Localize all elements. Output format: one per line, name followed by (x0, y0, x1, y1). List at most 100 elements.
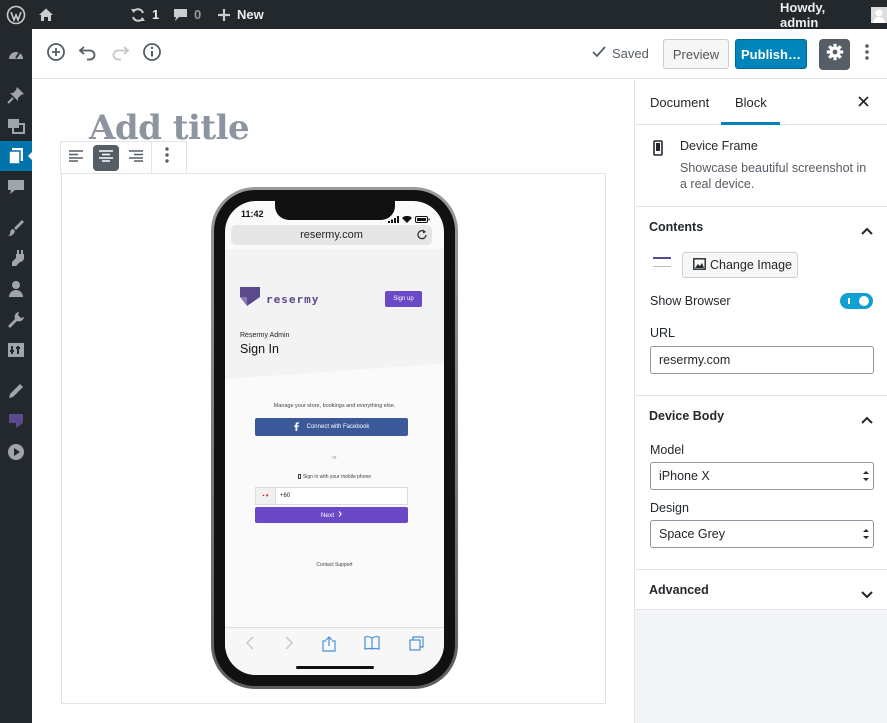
plus-circle-icon (46, 42, 66, 67)
toggle-on-indicator (848, 298, 850, 304)
avatar (871, 6, 887, 23)
home-indicator (295, 666, 374, 669)
device-body-panel-title[interactable]: Device Body (649, 409, 724, 423)
undo-button[interactable] (76, 42, 100, 66)
tab-block[interactable]: Block (735, 80, 767, 125)
info-icon (142, 42, 162, 67)
plus-icon (217, 8, 231, 22)
more-tools-button[interactable] (859, 42, 875, 66)
select-arrows-icon (862, 527, 870, 541)
align-right-icon (128, 149, 144, 167)
gear-icon (826, 43, 844, 66)
mobile-device-icon (651, 140, 665, 161)
align-right-button[interactable] (121, 142, 151, 173)
design-label: Design (650, 501, 689, 515)
phone-notch (274, 201, 395, 220)
preview-button[interactable]: Preview (663, 39, 729, 69)
updates-count: 1 (152, 7, 160, 22)
home-icon[interactable] (38, 0, 54, 29)
app-phone-signin-text: Sign in with your mobile phone (225, 474, 444, 480)
phone-screen: 11:42 resermy.com resermy Sign up Reserm… (225, 201, 444, 675)
settings-toggle-button[interactable] (819, 39, 850, 70)
plugins-icon[interactable] (7, 249, 25, 267)
url-input[interactable]: resermy.com (650, 346, 874, 374)
browser-url-text: resermy.com (300, 229, 363, 241)
image-icon (693, 257, 706, 273)
app-contact-support: Contact Support (316, 562, 353, 568)
block-card-title: Device Frame (680, 139, 758, 153)
updates-icon (130, 7, 146, 23)
app-manage-text: Manage your store, bookings and everythi… (273, 403, 396, 409)
play-icon[interactable] (7, 443, 25, 461)
add-block-button[interactable] (44, 42, 68, 66)
redo-button[interactable] (108, 42, 132, 66)
change-image-button[interactable]: Change Image (682, 252, 798, 278)
share-icon (322, 636, 336, 657)
model-label: Model (650, 443, 685, 457)
design-select[interactable]: Space Grey (650, 520, 874, 548)
posts-pin-icon[interactable] (7, 86, 25, 104)
model-select[interactable]: iPhone X (650, 462, 874, 490)
chevron-up-icon[interactable] (861, 222, 873, 240)
publish-button[interactable]: Publish… (735, 39, 807, 69)
close-sidebar-button[interactable] (854, 94, 872, 112)
advanced-panel-title[interactable]: Advanced (649, 583, 709, 597)
bookmarks-icon (364, 636, 380, 657)
block-card-description: Showcase beautiful screenshot in a real … (680, 161, 867, 191)
media-icon[interactable] (7, 117, 25, 135)
design-select-value: Space Grey (659, 527, 726, 541)
pencil-icon[interactable] (7, 382, 25, 400)
editor-canvas: Add title 11:42 resermy.com resermy Sign… (32, 80, 634, 723)
flag-icon: ▪ ▾ (256, 488, 276, 504)
app-header-bg (225, 249, 444, 379)
model-select-value: iPhone X (659, 469, 710, 483)
block-more-options-button[interactable] (152, 142, 182, 173)
select-arrows-icon (862, 469, 870, 483)
wordpress-logo-icon[interactable] (6, 0, 26, 29)
align-center-active-bg (93, 144, 119, 171)
align-left-button[interactable] (61, 142, 91, 173)
facebook-icon (293, 421, 299, 433)
show-browser-toggle[interactable] (840, 293, 873, 309)
phone-bezel: 11:42 resermy.com resermy Sign up Reserm… (214, 190, 455, 686)
app-next-button: Next (255, 507, 408, 523)
align-center-button[interactable] (91, 142, 121, 173)
browser-url-bar: resermy.com (231, 225, 432, 245)
safari-toolbar-icons (225, 636, 444, 657)
settings-icon[interactable] (7, 341, 25, 359)
updates-link[interactable]: 1 (130, 0, 159, 29)
block-toolbar (60, 141, 187, 174)
tools-wrench-icon[interactable] (7, 311, 25, 329)
comments-count: 0 (194, 7, 202, 22)
active-tab-indicator (721, 122, 780, 125)
pages-icon[interactable] (7, 147, 25, 165)
resermy-logo-icon (240, 287, 260, 311)
app-facebook-button: Connect with Facebook (255, 418, 408, 436)
next-button-label: Next (320, 511, 335, 519)
content-info-button[interactable] (140, 42, 164, 66)
change-image-label: Change Image (710, 258, 793, 272)
facebook-button-label: Connect with Facebook (306, 424, 370, 430)
contents-panel-title[interactable]: Contents (649, 220, 703, 234)
chevron-down-icon[interactable] (861, 586, 873, 604)
appearance-icon[interactable] (7, 219, 25, 237)
image-thumbnail (652, 252, 672, 274)
vertical-ellipsis-icon (865, 43, 869, 65)
dashboard-icon[interactable] (7, 46, 25, 64)
comments-link[interactable]: 0 (173, 0, 201, 29)
users-icon[interactable] (7, 280, 25, 298)
reload-icon (417, 229, 427, 243)
comment-icon (173, 8, 188, 22)
panel-divider (635, 569, 887, 570)
phone-signin-label: Sign in with your mobile phone (302, 474, 372, 480)
chevron-up-icon[interactable] (861, 411, 873, 429)
comments-icon[interactable] (7, 178, 25, 196)
app-heading: Sign In (240, 342, 279, 356)
redo-icon (111, 43, 130, 66)
device-frame-plugin-icon[interactable] (7, 412, 25, 430)
account-menu[interactable]: Howdy, admin (780, 0, 887, 30)
chevron-right-icon (338, 511, 343, 519)
tabs-icon (409, 636, 424, 657)
new-content-link[interactable]: New (217, 0, 264, 29)
tab-document[interactable]: Document (650, 80, 709, 125)
